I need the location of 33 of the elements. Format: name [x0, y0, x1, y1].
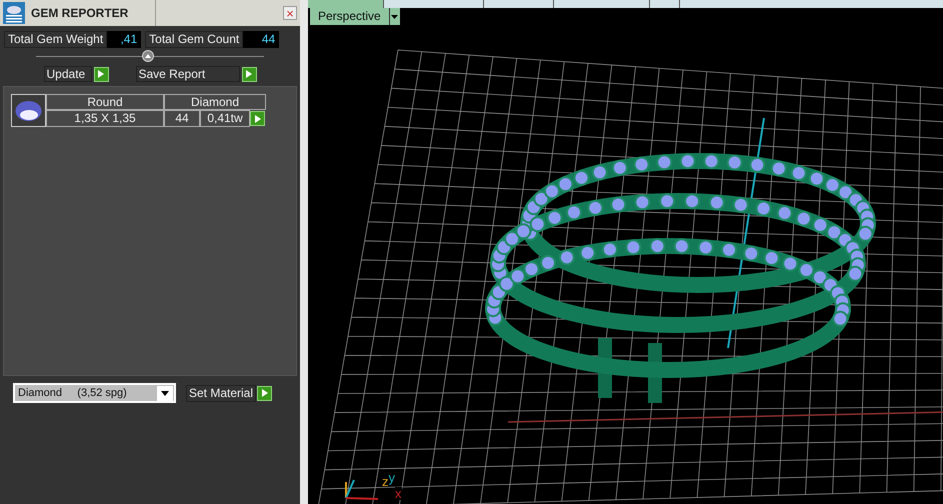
gem-icon — [15, 100, 42, 122]
play-icon — [254, 114, 260, 122]
view-caret-icon[interactable] — [390, 8, 400, 25]
set-material-button[interactable]: Set Material — [186, 384, 256, 402]
axis-label: y — [388, 471, 395, 484]
gem-size-cell: 1,35 X 1,35 — [46, 110, 164, 127]
gem-shape-cell: Round — [46, 94, 164, 110]
material-dropdown[interactable]: Diamond (3,52 spg) — [13, 383, 176, 403]
dropdown-value: Diamond (3,52 spg) — [18, 386, 127, 401]
view-dropdown[interactable]: Perspective — [310, 8, 390, 25]
play-icon — [246, 70, 252, 78]
action-button[interactable]: Update — [44, 66, 92, 82]
axis-label: z — [382, 475, 388, 488]
play-button[interactable] — [257, 386, 272, 400]
total-label: Total Gem Weight — [4, 31, 108, 48]
total-value-field: ,41 — [107, 31, 142, 48]
play-icon — [262, 389, 268, 397]
play-button[interactable] — [242, 66, 256, 82]
action-button[interactable]: Save Report — [136, 66, 240, 82]
gem-thumbnail[interactable] — [11, 94, 46, 127]
total-value-field: 44 — [243, 31, 280, 48]
gem-material-cell: Diamond — [164, 94, 266, 110]
gem-list-icon — [3, 2, 25, 24]
close-button[interactable]: × — [283, 6, 297, 20]
play-icon — [98, 70, 104, 78]
collapse-icon[interactable] — [142, 50, 154, 62]
gem-weight-cell: 0,41tw — [200, 110, 250, 127]
dropdown-caret-icon — [157, 386, 173, 400]
total-label: Total Gem Count — [145, 31, 244, 48]
gem-count-cell: 44 — [164, 110, 200, 127]
play-button[interactable] — [94, 66, 108, 82]
panel-title: GEM REPORTER — [31, 5, 130, 22]
axis-label: x — [395, 487, 402, 500]
